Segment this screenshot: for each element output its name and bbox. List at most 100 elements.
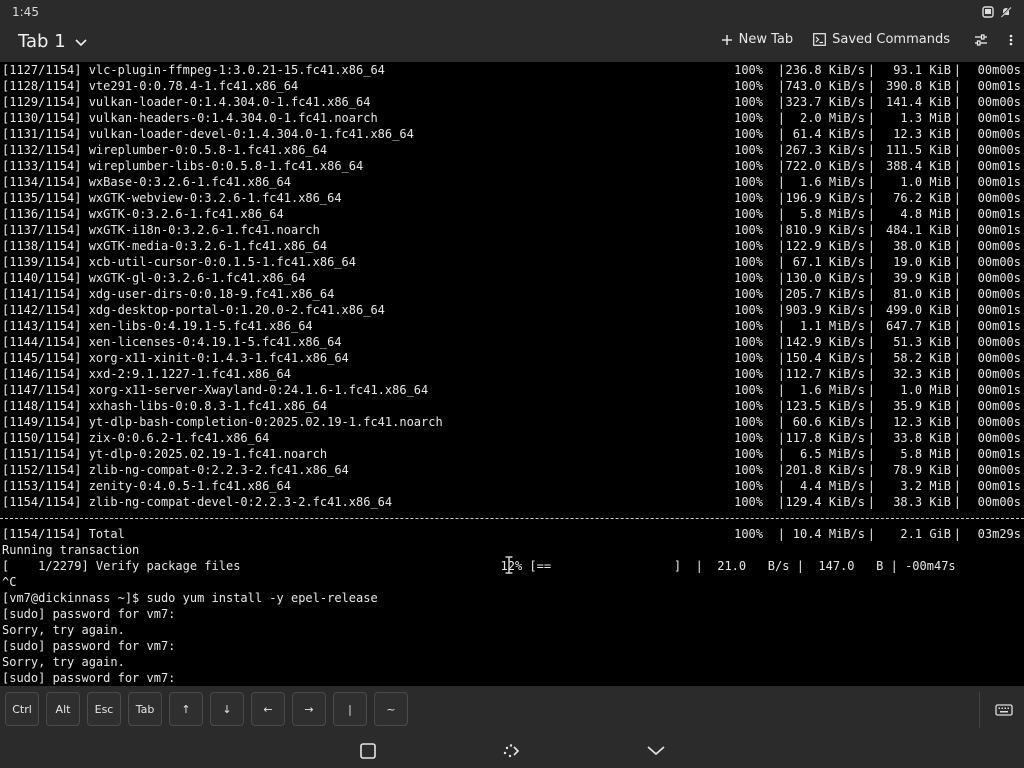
status-time: 1:45 (12, 5, 39, 19)
extra-key[interactable]: ← (251, 692, 285, 726)
package-line: [1136/1154] wxGTK-0:3.2.6-1.fc41.x86_64 1… (0, 206, 1024, 222)
package-time: 00m01s (977, 383, 1021, 397)
column-separator: | (953, 79, 961, 93)
new-tab-button[interactable]: New Tab (721, 32, 793, 47)
column-separator: | (953, 383, 961, 397)
column-separator: | (867, 351, 875, 365)
package-size: 4.8 MiB (900, 207, 951, 221)
package-size: 12.3 KiB (893, 127, 951, 141)
hide-keyboard-icon[interactable] (646, 741, 666, 761)
package-label: [1151/1154] yt-dlp-0:2025.02.19-1.fc41.n… (2, 447, 328, 461)
package-line: [1129/1154] vulkan-loader-0:1.4.304.0-1.… (0, 94, 1024, 110)
package-time: 00m00s (977, 255, 1021, 269)
package-size: 32.3 KiB (893, 367, 951, 381)
column-separator: | (867, 479, 875, 493)
package-line: [1131/1154] vulkan-loader-devel-0:1.4.30… (0, 126, 1024, 142)
package-percent: 100% (734, 463, 763, 477)
output-text: [sudo] password for vm7: (2, 639, 176, 653)
extra-key[interactable]: ~ (374, 692, 408, 726)
column-separator: | (777, 207, 785, 221)
package-time: 00m00s (977, 95, 1021, 109)
extra-key[interactable]: Ctrl (5, 692, 39, 726)
terminal-output[interactable]: [1127/1154] vlc-plugin-ffmpeg-1:3.0.21-1… (0, 62, 1024, 686)
package-percent: 100% (734, 303, 763, 317)
extra-key[interactable]: → (292, 692, 326, 726)
extra-key[interactable]: Alt (46, 692, 80, 726)
separator-line (0, 510, 1024, 526)
package-line: [1152/1154] zlib-ng-compat-0:2.2.3-2.fc4… (0, 462, 1024, 478)
package-label: [1135/1154] wxGTK-webview-0:3.2.6-1.fc41… (2, 191, 342, 205)
column-separator: | (953, 415, 961, 429)
column-separator: | (867, 271, 875, 285)
extra-key[interactable]: ↓ (210, 692, 244, 726)
column-separator: | (777, 287, 785, 301)
saved-commands-button[interactable]: Saved Commands (813, 32, 950, 47)
column-separator: | (953, 223, 961, 237)
total-size: 2.1 GiB (900, 527, 951, 541)
package-label: [1149/1154] yt-dlp-bash-completion-0:202… (2, 415, 443, 429)
package-time: 00m01s (977, 447, 1021, 461)
package-time: 00m01s (977, 303, 1021, 317)
package-speed: 2.0 MiB/s (799, 111, 865, 125)
package-label: [1154/1154] zlib-ng-compat-devel-0:2.2.3… (2, 495, 393, 509)
column-separator: | (777, 383, 785, 397)
package-speed: 122.9 KiB/s (785, 239, 865, 253)
package-line: [1153/1154] zenity-0:4.0.5-1.fc41.x86_64… (0, 478, 1024, 494)
rotate-icon[interactable] (501, 741, 521, 761)
output-text: Sorry, try again. (2, 655, 125, 669)
chevron-down-icon (75, 38, 87, 46)
output-line: [sudo] password for vm7: (0, 670, 1024, 686)
column-separator: | (777, 479, 785, 493)
column-separator: | (777, 95, 785, 109)
column-separator: | (953, 303, 961, 317)
tab-selector[interactable]: Tab 1 (18, 31, 88, 52)
package-time: 00m01s (977, 111, 1021, 125)
column-separator: | (867, 335, 875, 349)
package-percent: 100% (734, 79, 763, 93)
package-label: [1130/1154] vulkan-headers-0:1.4.304.0-1… (2, 111, 378, 125)
column-separator: | (953, 207, 961, 221)
column-separator: | (953, 159, 961, 173)
column-separator: | (867, 399, 875, 413)
more-vert-icon[interactable] (1008, 33, 1014, 47)
package-speed: 1.6 MiB/s (799, 383, 865, 397)
package-time: 00m00s (977, 415, 1021, 429)
package-speed: 4.4 MiB/s (799, 479, 865, 493)
package-size: 647.7 KiB (885, 319, 951, 333)
column-separator: | (953, 447, 961, 461)
total-percent: 100% (734, 527, 763, 541)
output-line: [sudo] password for vm7: (0, 606, 1024, 622)
column-separator: | (867, 303, 875, 317)
dnd-icon (1000, 6, 1012, 18)
package-label: [1150/1154] zix-0:0.6.2-1.fc41.x86_64 (2, 431, 270, 445)
package-percent: 100% (734, 287, 763, 301)
column-separator: | (953, 239, 961, 253)
extra-key[interactable]: Tab (128, 692, 162, 726)
plus-icon (721, 34, 732, 45)
column-separator: | (953, 351, 961, 365)
tab-title: Tab 1 (18, 31, 66, 52)
package-size: 93.1 KiB (893, 63, 951, 77)
package-size: 388.4 KiB (885, 159, 951, 173)
package-speed: 810.9 KiB/s (785, 223, 865, 237)
column-separator: | (953, 367, 961, 381)
keyboard-icon[interactable] (994, 700, 1014, 720)
package-speed: 6.5 MiB/s (799, 447, 865, 461)
package-percent: 100% (734, 191, 763, 205)
extra-key[interactable]: Esc (87, 692, 121, 726)
package-speed: 150.4 KiB/s (785, 351, 865, 365)
column-separator: | (953, 319, 961, 333)
overview-icon[interactable] (358, 741, 378, 761)
extra-key[interactable]: ↑ (169, 692, 203, 726)
sliders-icon[interactable] (974, 33, 988, 47)
package-size: 51.3 KiB (893, 335, 951, 349)
package-label: [1152/1154] zlib-ng-compat-0:2.2.3-2.fc4… (2, 463, 349, 477)
package-time: 00m00s (977, 463, 1021, 477)
column-separator: | (867, 383, 875, 397)
package-time: 00m00s (977, 351, 1021, 365)
package-time: 00m00s (977, 63, 1021, 77)
package-label: [1136/1154] wxGTK-0:3.2.6-1.fc41.x86_64 (2, 207, 284, 221)
column-separator: | (777, 463, 785, 477)
extra-key[interactable]: | (333, 692, 367, 726)
package-percent: 100% (734, 431, 763, 445)
